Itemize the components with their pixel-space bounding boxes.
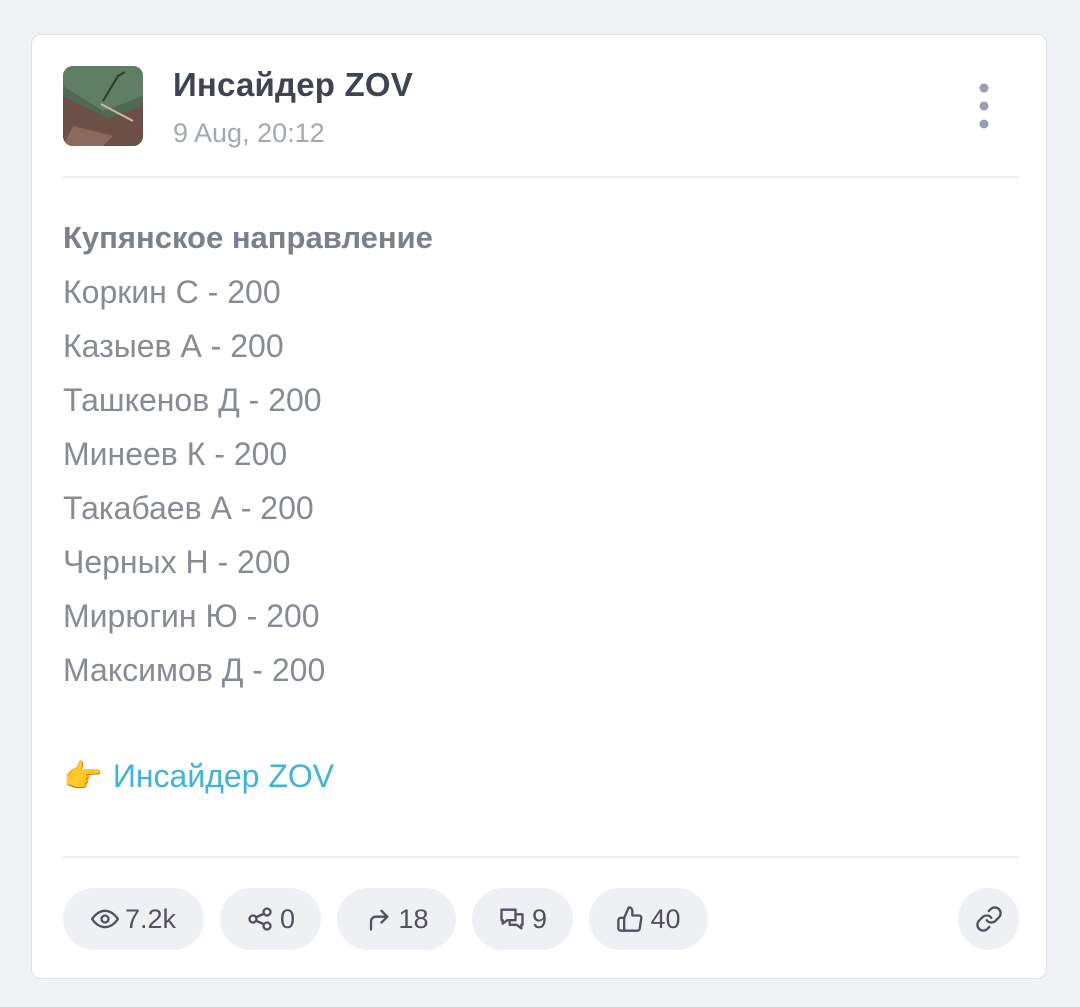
post-body: Купянское направление Коркин С - 200 Каз… [63,211,1019,697]
post-line: Мирюгин Ю - 200 [63,598,320,634]
like-button[interactable]: 40 [589,888,708,950]
forward-arrow-icon [370,909,389,931]
more-vertical-icon [979,83,989,129]
post-card: Инсайдер ZOV 9 Aug, 20:12 Купянское напр… [31,34,1047,979]
post-header: Инсайдер ZOV 9 Aug, 20:12 [63,66,1019,176]
footer-divider [63,856,1019,858]
more-options-button[interactable] [969,80,999,136]
post-line: Ташкенов Д - 200 [63,382,322,418]
post-title: Купянское направление [63,220,433,255]
comments-icon [500,908,524,930]
pointing-hand-icon: 👉 [63,758,103,794]
channel-name[interactable]: Инсайдер ZOV [173,66,413,104]
link-icon [975,906,1002,932]
post-date: 9 Aug, 20:12 [173,118,325,148]
header-divider [63,176,1019,178]
copy-link-button[interactable] [958,888,1019,950]
views-button[interactable]: 7.2k [63,888,204,950]
channel-avatar[interactable] [63,66,143,146]
likes-count: 40 [650,903,681,934]
channel-link[interactable]: Инсайдер ZOV [113,758,334,795]
views-count: 7.2k [124,903,177,934]
post-line: Коркин С - 200 [63,274,281,310]
post-stats: 7.2k 0 18 9 40 [63,888,1019,952]
shares-count: 0 [279,903,296,934]
post-line: Черных Н - 200 [63,544,291,580]
eye-icon [90,909,119,929]
post-line: Казыев А - 200 [63,328,284,364]
thumbs-up-icon [617,906,643,932]
post-signature: 👉 Инсайдер ZOV [63,749,334,803]
post-line: Такабаев А - 200 [63,490,314,526]
share-icon [248,907,272,931]
post-line: Минеев К - 200 [63,436,288,472]
post-line: Максимов Д - 200 [63,652,326,688]
forward-button[interactable]: 18 [337,888,456,950]
forwards-count: 18 [398,903,429,934]
comments-count: 9 [531,903,548,934]
comments-button[interactable]: 9 [472,888,573,950]
share-button[interactable]: 0 [220,888,321,950]
